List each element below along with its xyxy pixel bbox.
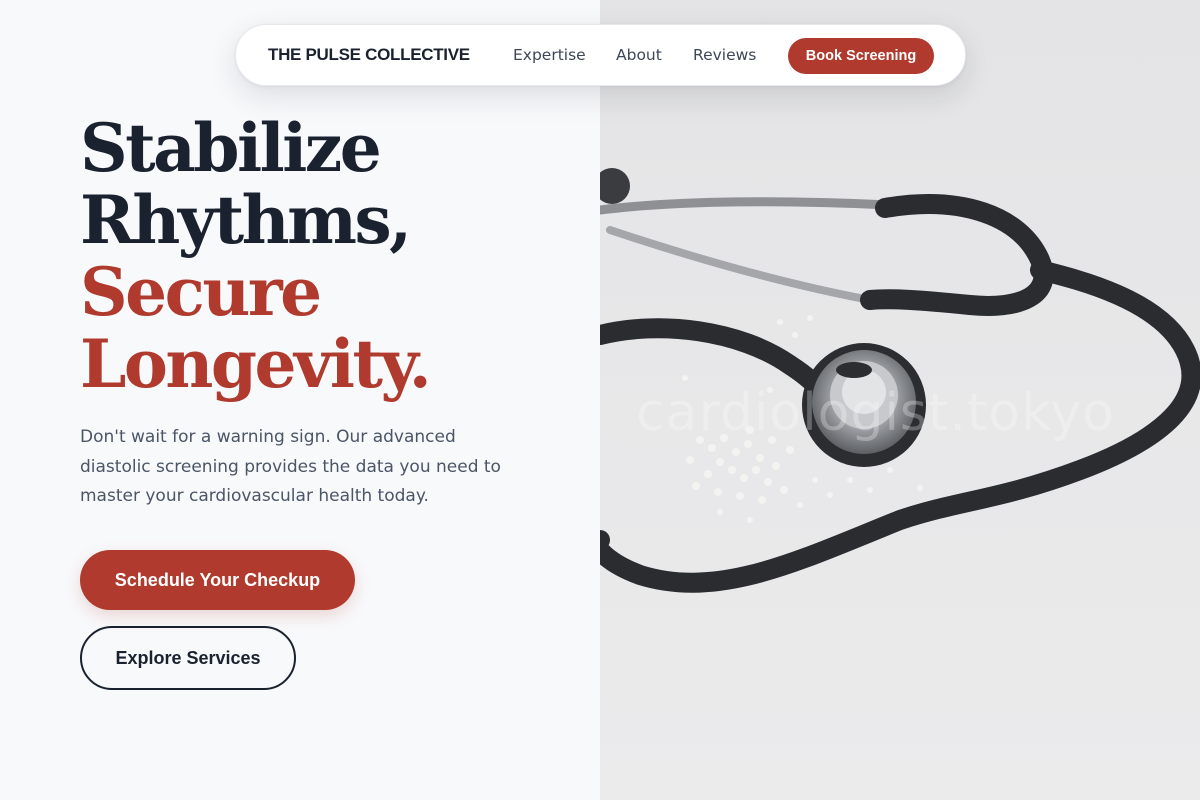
headline-line-2: Rhythms, — [80, 181, 412, 259]
top-navbar: THE PULSE COLLECTIVE Expertise About Rev… — [235, 24, 966, 86]
hero-headline: Stabilize Rhythms, Secure Longevity. — [80, 109, 432, 403]
nav-link-reviews[interactable]: Reviews — [693, 46, 756, 64]
hero-subtext: Don't wait for a warning sign. Our advan… — [80, 427, 501, 506]
hero-left-panel: Stabilize Rhythms, Secure Longevity. Don… — [0, 0, 600, 800]
image-watermark: cardiologist.tokyo — [636, 383, 1115, 443]
headline-line-4: Longevity. — [80, 325, 432, 403]
nav-link-about[interactable]: About — [616, 46, 662, 64]
stethoscope-illustration: cardiologist.tokyo — [600, 0, 1200, 800]
explore-services-button[interactable]: Explore Services — [80, 626, 296, 690]
stethoscope-photo: cardiologist.tokyo — [600, 0, 1200, 800]
brand-logo[interactable]: THE PULSE COLLECTIVE — [268, 45, 470, 65]
headline-line-1: Stabilize — [80, 109, 382, 187]
nav-link-expertise[interactable]: Expertise — [513, 46, 586, 64]
headline-line-3: Secure — [80, 253, 322, 331]
schedule-checkup-button[interactable]: Schedule Your Checkup — [80, 550, 355, 610]
landing-page: Stabilize Rhythms, Secure Longevity. Don… — [0, 0, 1200, 800]
book-screening-button[interactable]: Book Screening — [788, 38, 934, 74]
